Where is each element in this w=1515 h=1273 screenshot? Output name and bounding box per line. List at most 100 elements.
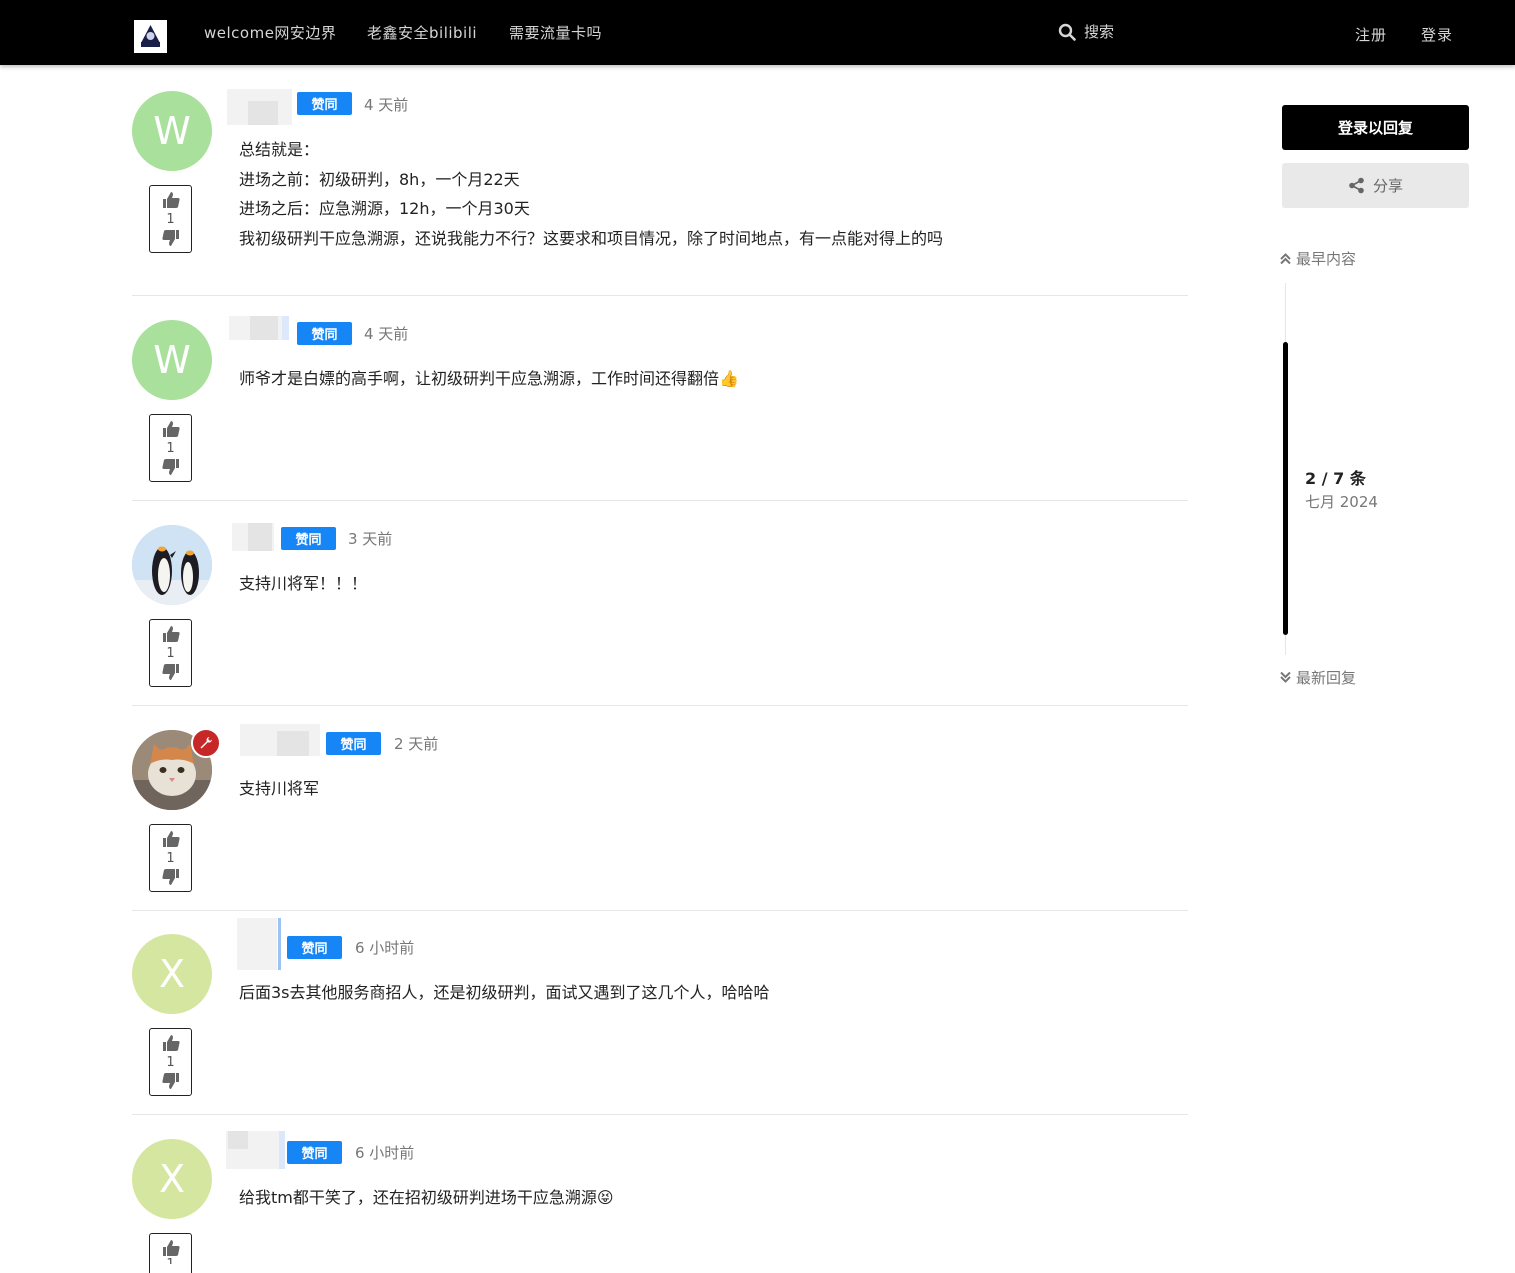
content-line: 我初级研判干应急溯源，还说我能力不行？这要求和项目情况，除了时间地点，有一点能对… bbox=[239, 228, 944, 248]
avatar-letter: W bbox=[153, 338, 191, 382]
post-divider bbox=[132, 500, 1188, 501]
signup-button[interactable]: 注册 bbox=[1355, 24, 1387, 45]
user-badge[interactable]: 赞同 bbox=[287, 1141, 342, 1164]
nav-link-bilibili[interactable]: 老鑫安全bilibili bbox=[367, 22, 477, 43]
username-blur-block bbox=[248, 523, 272, 551]
avatar-letter: X bbox=[158, 1157, 186, 1201]
content-line: 进场之前：初级研判，8h，一个月22天 bbox=[239, 169, 520, 189]
thumbs-up-icon[interactable] bbox=[161, 190, 181, 210]
like-count: 1 bbox=[166, 211, 175, 227]
thumbs-up-icon[interactable] bbox=[161, 1238, 181, 1258]
post-time[interactable]: 6 小时前 bbox=[355, 937, 414, 958]
username-blur-accent bbox=[279, 1131, 285, 1169]
like-count: 1 bbox=[166, 645, 175, 661]
user-badge[interactable]: 赞同 bbox=[281, 527, 336, 550]
post-content: 支持川将军 bbox=[239, 774, 319, 804]
thumbs-up-icon[interactable] bbox=[161, 419, 181, 439]
post-3: 1 赞同 3 天前 支持川将军！！！ bbox=[132, 523, 1188, 705]
like-count: 1 bbox=[166, 440, 175, 456]
post-time[interactable]: 6 小时前 bbox=[355, 1142, 414, 1163]
thumbs-up-icon[interactable] bbox=[161, 1033, 181, 1053]
timeline-latest-link[interactable]: 最新回复 bbox=[1279, 667, 1356, 688]
username-blur-block bbox=[277, 731, 309, 756]
content-line: 给我tm都干笑了，还在招初级研判进场干应急溯源😝 bbox=[239, 1188, 614, 1207]
site-logo[interactable] bbox=[134, 20, 167, 53]
vote-box: 1 bbox=[149, 414, 192, 482]
post-content: 师爷才是白嫖的高手啊，让初级研判干应急溯源，工作时间还得翻倍👍 bbox=[239, 364, 739, 394]
thumbs-down-icon[interactable] bbox=[161, 1071, 181, 1091]
timeline-handle[interactable] bbox=[1283, 342, 1288, 635]
post-divider bbox=[132, 295, 1188, 296]
admin-badge[interactable] bbox=[191, 728, 221, 758]
username-blur-accent bbox=[278, 918, 281, 970]
thumbs-down-icon[interactable] bbox=[161, 228, 181, 248]
content-line: 支持川将军！！！ bbox=[239, 574, 368, 593]
search-icon bbox=[1058, 23, 1076, 41]
hacker-logo-icon bbox=[136, 22, 165, 51]
username-blur-block bbox=[248, 101, 278, 125]
share-label: 分享 bbox=[1372, 177, 1403, 195]
post-divider bbox=[132, 910, 1188, 911]
nav-link-sim-card[interactable]: 需要流量卡吗 bbox=[509, 22, 602, 43]
thumbs-down-icon[interactable] bbox=[161, 867, 181, 887]
username-blurred[interactable] bbox=[237, 918, 277, 970]
double-chevron-up-icon bbox=[1280, 253, 1291, 265]
avatar[interactable]: X bbox=[132, 1139, 212, 1219]
timeline-earliest-link[interactable]: 最早内容 bbox=[1279, 248, 1356, 269]
share-icon bbox=[1349, 177, 1364, 194]
avatar-letter: X bbox=[158, 952, 186, 996]
content-line: 支持川将军 bbox=[239, 779, 320, 798]
earliest-label: 最早内容 bbox=[1296, 250, 1357, 268]
vote-box: 1 bbox=[149, 1028, 192, 1096]
post-time[interactable]: 2 天前 bbox=[394, 733, 438, 754]
content-line: 总结就是： bbox=[239, 140, 320, 159]
nav-link-welcome[interactable]: welcome网安边界 bbox=[204, 22, 336, 43]
user-badge[interactable]: 赞同 bbox=[287, 936, 342, 959]
vote-box: 1 bbox=[149, 619, 192, 687]
post-content: 后面3s去其他服务商招人，还是初级研判，面试又遇到了这几个人，哈哈哈 bbox=[239, 978, 770, 1008]
avatar[interactable]: W bbox=[132, 320, 212, 400]
post-4: 1 赞同 2 天前 支持川将军 bbox=[132, 724, 1188, 910]
thumbs-up-icon[interactable] bbox=[161, 829, 181, 849]
user-badge[interactable]: 赞同 bbox=[297, 92, 352, 115]
post-2: W 1 赞同 4 天前 师爷才是白嫖的高手啊，让初级研判干应急溯源，工作时间还得… bbox=[132, 316, 1188, 500]
content-line: 后面3s去其他服务商招人，还是初级研判，面试又遇到了这几个人，哈哈哈 bbox=[239, 983, 770, 1002]
user-badge[interactable]: 赞同 bbox=[297, 322, 352, 345]
post-time[interactable]: 3 天前 bbox=[348, 528, 392, 549]
avatar-penguins[interactable] bbox=[132, 525, 212, 605]
post-content: 支持川将军！！！ bbox=[239, 569, 367, 599]
content-line: 师爷才是白嫖的高手啊，让初级研判干应急溯源，工作时间还得翻倍👍 bbox=[239, 369, 739, 388]
post-1: W 1 赞同 4 天前 总结就是： 进场之前：初级研判，8h，一个月22天 进场… bbox=[132, 89, 1188, 291]
login-button[interactable]: 登录 bbox=[1421, 24, 1453, 45]
thumbs-up-icon[interactable] bbox=[161, 624, 181, 644]
vote-box: 1 bbox=[149, 185, 192, 253]
post-content: 总结就是： 进场之前：初级研判，8h，一个月22天 进场之后：应急溯源，12h，… bbox=[239, 135, 943, 253]
username-blur-accent bbox=[282, 316, 289, 340]
latest-label: 最新回复 bbox=[1296, 669, 1357, 687]
thumbs-down-icon[interactable] bbox=[161, 662, 181, 682]
username-blur-block bbox=[228, 1131, 248, 1149]
penguin-image bbox=[132, 525, 212, 605]
login-to-reply-button[interactable]: 登录以回复 bbox=[1282, 105, 1469, 150]
share-button[interactable]: 分享 bbox=[1282, 163, 1469, 208]
search-button[interactable]: 搜索 bbox=[1058, 21, 1114, 42]
username-blur-block bbox=[250, 316, 278, 340]
like-count: 1 bbox=[166, 850, 175, 866]
avatar[interactable]: W bbox=[132, 91, 212, 171]
post-content: 给我tm都干笑了，还在招初级研判进场干应急溯源😝 bbox=[239, 1183, 614, 1213]
post-6: X 1 赞同 6 小时前 给我tm都干笑了，还在招初级研判进场干应急溯源😝 bbox=[132, 1131, 1188, 1273]
timeline-date: 七月 2024 bbox=[1305, 493, 1378, 511]
user-badge[interactable]: 赞同 bbox=[326, 732, 381, 755]
content-line: 进场之后：应急溯源，12h，一个月30天 bbox=[239, 199, 530, 218]
post-time[interactable]: 4 天前 bbox=[364, 323, 408, 344]
avatar[interactable]: X bbox=[132, 934, 212, 1014]
timeline-position: 2 / 7 条 bbox=[1305, 469, 1366, 488]
double-chevron-down-icon bbox=[1280, 671, 1291, 683]
post-divider bbox=[132, 705, 1188, 706]
thumbs-down-icon[interactable] bbox=[161, 457, 181, 477]
wrench-icon bbox=[200, 737, 212, 749]
post-time[interactable]: 4 天前 bbox=[364, 94, 408, 115]
post-divider bbox=[132, 1114, 1188, 1115]
like-count: 1 bbox=[166, 1054, 175, 1070]
like-count: 1 bbox=[166, 1258, 174, 1264]
